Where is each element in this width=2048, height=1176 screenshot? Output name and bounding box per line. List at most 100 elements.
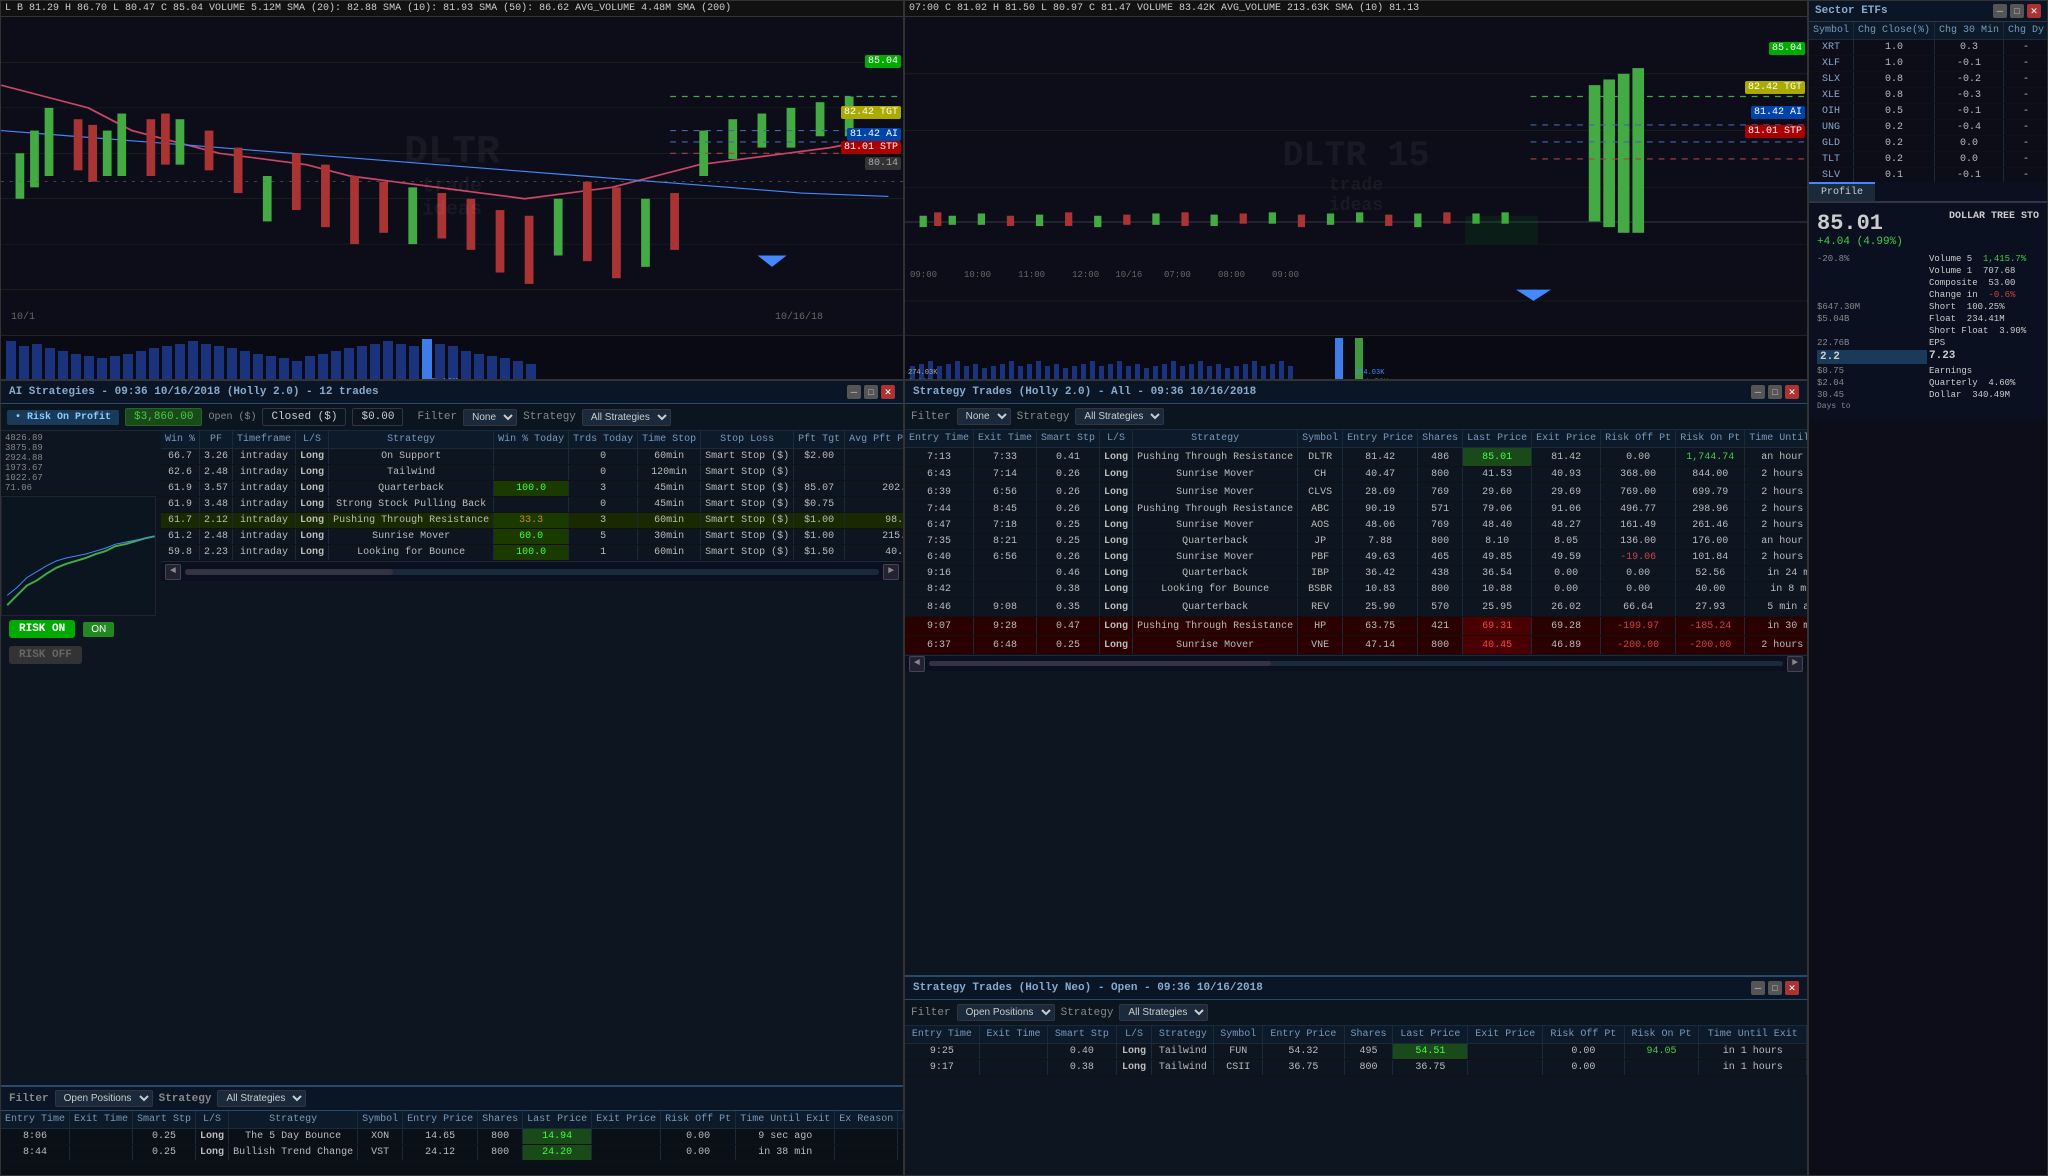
st-close-btn[interactable]: ✕ [1785,385,1799,399]
table-row[interactable]: 6:406:560.26Long Sunrise MoverPBF49.6346… [905,550,1807,566]
price-label-3: 81.42 AI [847,128,901,141]
strategy-trades-header: Strategy Trades (Holly 2.0) - All - 09:3… [905,381,1807,404]
price-label-1: 85.04 [865,55,901,68]
neo-th-ls: L/S [1116,1026,1152,1044]
table-row[interactable]: OIH0.5-0.1- [1809,104,2047,120]
scroll-right-btn[interactable]: ► [883,564,899,580]
neo-th-strategy: Strategy [1152,1026,1214,1044]
table-row[interactable]: 66.73.26intradayLongOn Support060minSmar… [161,449,903,465]
open-pos-strategy[interactable]: All Strategies [217,1090,306,1107]
th-pft-tgt: Pft Tgt [794,431,845,449]
chart-area-left[interactable]: DLTR trade ideas [1,17,903,335]
table-row[interactable]: 61.93.48intradayLongStrong Stock Pulling… [161,497,903,513]
sector-close-btn[interactable]: ✕ [2027,4,2041,18]
table-row[interactable]: 7:358:210.25Long QuarterbackJP7.88800 8.… [905,534,1807,550]
table-row[interactable]: 61.22.48intradayLongSunrise Mover60.0530… [161,529,903,545]
bottom-left-panel: AI Strategies - 09:36 10/16/2018 (Holly … [0,380,904,1176]
ai-close-btn[interactable]: ✕ [881,385,895,399]
volume-area-right: 3.00M 274.03K 991.52K 274.03K [905,335,1807,380]
table-row[interactable]: 6:376:480.25Long Sunrise MoverVNE47.1480… [905,636,1807,655]
table-row[interactable]: 61.93.57intradayLongQuarterback100.0345m… [161,481,903,497]
sector-title: Sector ETFs [1815,5,1888,17]
table-row[interactable]: 62.62.48intradayLongTailwind0120minSmart… [161,465,903,481]
scroll-controls: ◄ ► [161,561,903,581]
neo-th-symbol: Symbol [1214,1026,1263,1044]
chart-toolbar-right: 07:00 C 81.02 H 81.50 L 80.97 C 81.47 VO… [905,1,1807,17]
table-row[interactable]: 61.72.12intradayLongPushing Through Resi… [161,513,903,529]
ai-minimize-btn[interactable]: ─ [847,385,861,399]
st-th-entry: Entry Time [905,430,974,448]
st-th-ls: L/S [1100,430,1133,448]
price-label-r4: 81.01 STP [1745,125,1805,138]
table-row[interactable]: SLX0.8-0.2- [1809,72,2047,88]
table-row[interactable]: 8:440.25LongBullish Trend ChangeVST24.12… [1,1145,903,1161]
st-window-controls: ─ □ ✕ [1751,385,1799,399]
table-row[interactable]: 7:137:330.41Long Pushing Through Resista… [905,448,1807,467]
sector-detail: 85.01 +4.04 (4.99%) DOLLAR TREE STO -20.… [1809,202,2047,419]
table-row[interactable]: 6:477:180.25Long Sunrise MoverAOS48.0676… [905,518,1807,534]
neo-close-btn[interactable]: ✕ [1785,981,1799,995]
risk-toggle-btn[interactable]: ON [83,622,114,637]
th-trds: Trds Today [569,431,638,449]
st-strategy-label: Strategy [1017,411,1070,423]
neo-window-controls: ─ □ ✕ [1751,981,1799,995]
table-row[interactable]: 59.82.23intradayLongLooking for Bounce10… [161,545,903,561]
table-row[interactable]: 7:448:450.26Long Pushing Through Resista… [905,502,1807,518]
risk-on-indicator: RISK ON [9,620,75,638]
neo-th-risk-on: Risk On Pt [1624,1026,1699,1044]
time-labels-right: 09:00 10:00 11:00 12:00 10/16 07:00 08:0… [910,270,1299,280]
op-th-exit-price: Exit Price [592,1111,661,1129]
st-maximize-btn[interactable]: □ [1768,385,1782,399]
neo-th-time: Time Until Exit [1699,1026,1807,1044]
st-minimize-btn[interactable]: ─ [1751,385,1765,399]
table-row[interactable]: 8:420.38Long Looking for BounceBSBR10.83… [905,582,1807,598]
filter-select[interactable]: None [463,409,517,426]
st-th-shares: Shares [1418,430,1463,448]
risk-on-pill: • Risk On Profit [7,410,119,425]
table-row[interactable]: XLF1.0-0.1- [1809,56,2047,72]
op-th-ex-reason: Ex Reason [835,1111,898,1129]
chart-area-right[interactable]: DLTR 15 trade ideas [905,17,1807,335]
open-pos-filter[interactable]: Open Positions [55,1090,153,1107]
strategy-select[interactable]: All Strategies [582,409,671,426]
mini-chart [1,496,156,616]
sector-minimize-btn[interactable]: ─ [1993,4,2007,18]
st-th-strategy: Strategy [1133,430,1298,448]
table-row[interactable]: 9:250.40Long TailwindFUN54.32495 54.51 0… [905,1044,1807,1060]
neo-strategy-select[interactable]: All Strategies [1119,1004,1208,1021]
table-row[interactable]: UNG0.2-0.4- [1809,120,2047,136]
neo-filter-select[interactable]: Open Positions [957,1004,1055,1021]
table-row[interactable]: 6:437:140.26Long Sunrise MoverCH40.47800… [905,467,1807,483]
table-row[interactable]: SLV0.1-0.1- [1809,168,2047,183]
table-row[interactable]: 9:170.38Long TailwindCSII36.75800 36.75 … [905,1060,1807,1076]
open-label: Open ($) [208,412,256,423]
st-th-exit: Exit Time [974,430,1037,448]
sector-panel: Sector ETFs ─ □ ✕ Symbol Chg Close(%) Ch… [1808,0,2048,1176]
st-scroll-left[interactable]: ◄ [909,656,925,672]
open-positions-header: Filter Open Positions Strategy All Strat… [1,1087,903,1111]
sector-maximize-btn[interactable]: □ [2010,4,2024,18]
profile-tab[interactable]: Profile [1809,182,1875,201]
table-row[interactable]: TLT0.20.0- [1809,152,2047,168]
table-row[interactable]: GLD0.20.0- [1809,136,2047,152]
table-row[interactable]: 8:060.25LongThe 5 Day BounceXON14.658001… [1,1129,903,1145]
mini-chart-svg [2,497,155,615]
left-chart-svg [1,17,903,335]
st-filter-select[interactable]: None [957,408,1011,425]
neo-minimize-btn[interactable]: ─ [1751,981,1765,995]
neo-maximize-btn[interactable]: □ [1768,981,1782,995]
price-label-4: 81.01 STP [841,141,901,154]
table-row[interactable]: XLE0.8-0.3- [1809,88,2047,104]
ai-maximize-btn[interactable]: □ [864,385,878,399]
table-row[interactable]: XRT1.00.3- [1809,40,2047,56]
table-row[interactable]: 8:469:080.35Long QuarterbackREV25.90570 … [905,598,1807,617]
table-row[interactable]: 9:079:280.47Long Pushing Through Resista… [905,617,1807,636]
table-row[interactable]: 9:160.46Long QuarterbackIBP36.42438 36.5… [905,566,1807,582]
open-value: $3,860.00 [125,408,202,426]
table-row[interactable]: 6:396:560.26Long Sunrise MoverCLVS28.697… [905,483,1807,502]
scroll-left-btn[interactable]: ◄ [165,564,181,580]
st-strategy-select[interactable]: All Strategies [1075,408,1164,425]
detail-grid: -20.8%Volume 5 1,415.7% Volume 1 707.68 … [1817,254,2039,411]
ai-strategies-header: AI Strategies - 09:36 10/16/2018 (Holly … [1,381,903,404]
st-scroll-right[interactable]: ► [1787,656,1803,672]
